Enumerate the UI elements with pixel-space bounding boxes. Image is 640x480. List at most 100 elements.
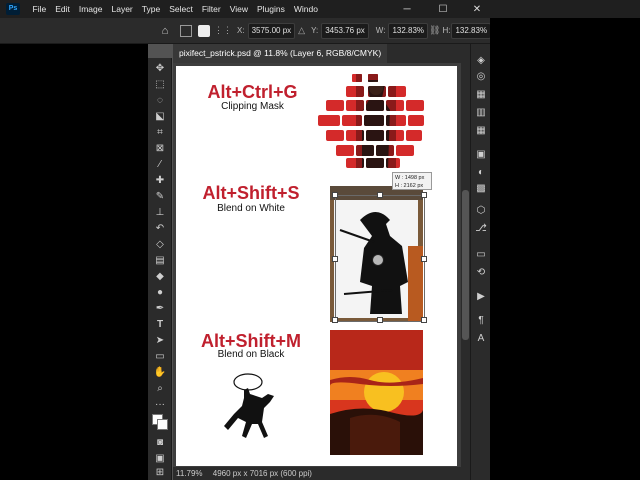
transform-handle[interactable] xyxy=(421,256,427,262)
styles-icon[interactable]: ⬡ xyxy=(474,204,488,218)
eyedropper-icon[interactable]: ⁄ xyxy=(152,158,168,172)
left-black-region xyxy=(0,44,148,480)
scrollbar-thumb[interactable] xyxy=(462,190,469,340)
eraser-icon[interactable]: ◇ xyxy=(152,238,168,252)
horse-rider-graphic xyxy=(224,373,274,438)
document-tab[interactable]: pixifect_pstrick.psd @ 11.8% (Layer 6, R… xyxy=(173,44,388,63)
brush-icon[interactable]: ✎ xyxy=(152,190,168,204)
document-dimensions: 4960 px x 7016 px (600 ppi) xyxy=(212,469,312,478)
grid-icon[interactable]: ⋮⋮ xyxy=(214,25,232,36)
reference-point-icon[interactable] xyxy=(198,24,210,37)
background-color-swatch[interactable] xyxy=(157,419,168,430)
blur-icon[interactable]: ◆ xyxy=(152,270,168,284)
transform-handle[interactable] xyxy=(377,192,383,198)
tools-panel: ✥ ⬚ ◌ ⬕ ⌗ ⊠ ⁄ ✚ ✎ ⊥ ↶ ◇ ▤ ◆ ● ✒ T ➤ ▭ ✋ … xyxy=(148,58,172,480)
menu-edit[interactable]: Edit xyxy=(51,4,75,14)
menu-type[interactable]: Type xyxy=(137,4,164,14)
healing-brush-icon[interactable]: ✚ xyxy=(152,174,168,188)
history-icon[interactable]: ⟲ xyxy=(474,266,488,280)
transform-handle[interactable] xyxy=(421,317,427,323)
paragraph-icon[interactable]: ¶ xyxy=(474,314,488,328)
w-label: W: xyxy=(375,26,386,35)
sunset-landscape-graphic xyxy=(330,330,423,455)
minimize-icon[interactable]: ─ xyxy=(396,0,418,18)
reference-point-icon[interactable] xyxy=(372,254,384,266)
photoshop-logo: Ps xyxy=(6,3,20,15)
right-panel-dock: ◈ ◎ ▦ ▥ ▦ ▣ ◐ ▩ ⬡ ⎇ ▭ ⟲ ▶ ¶ A xyxy=(470,44,490,480)
adjustments-icon[interactable]: ▥ xyxy=(474,106,488,120)
w-input[interactable]: 132.83% xyxy=(388,22,429,39)
libraries-icon[interactable]: ▣ xyxy=(474,148,488,162)
crop-icon[interactable]: ⌗ xyxy=(152,126,168,140)
pen-icon[interactable]: ✒ xyxy=(152,302,168,316)
transform-handle[interactable] xyxy=(332,317,338,323)
comments-icon[interactable]: ▭ xyxy=(474,248,488,262)
tool-preset-icon[interactable] xyxy=(180,24,192,37)
color-icon[interactable]: ◐ xyxy=(474,166,488,180)
shortcut-subtitle: Blend on Black xyxy=(217,349,285,360)
menu-view[interactable]: View xyxy=(225,4,252,14)
menu-select[interactable]: Select xyxy=(165,4,198,14)
menu-layer[interactable]: Layer xyxy=(107,4,137,14)
h-label: H: xyxy=(442,26,451,35)
hand-icon[interactable]: ✋ xyxy=(152,366,168,380)
zoom-icon[interactable]: ⌕ xyxy=(152,382,168,396)
zoom-level[interactable]: 11.79% xyxy=(176,469,203,478)
tooltip-height: H : 2162 px xyxy=(395,183,424,189)
tooltip-width: W : 1498 px xyxy=(395,175,425,181)
more-tools-icon[interactable]: ··· xyxy=(152,398,168,412)
actions-icon[interactable]: ⎇ xyxy=(474,222,488,236)
marquee-icon[interactable]: ⬚ xyxy=(152,78,168,92)
clipping-mask-artwork xyxy=(316,70,426,170)
transform-handle[interactable] xyxy=(332,256,338,262)
home-icon[interactable]: ⌂ xyxy=(158,25,172,37)
transform-handle[interactable] xyxy=(332,192,338,198)
shortcut-title: Alt+Ctrl+G xyxy=(207,82,298,102)
quick-mask-icon[interactable]: ◙ xyxy=(152,436,168,450)
screen-mode-icon[interactable]: ▣ xyxy=(152,452,168,466)
clone-stamp-icon[interactable]: ⊥ xyxy=(152,206,168,220)
type-icon[interactable]: T xyxy=(152,318,168,332)
cowboy-silhouette xyxy=(218,368,288,448)
object-select-icon[interactable]: ⬕ xyxy=(152,110,168,124)
shortcut-title: Alt+Shift+S xyxy=(202,183,300,203)
right-black-region xyxy=(490,18,640,480)
transform-handle[interactable] xyxy=(421,192,427,198)
history-brush-icon[interactable]: ↶ xyxy=(152,222,168,236)
swatches-icon[interactable]: ▩ xyxy=(474,182,488,196)
status-bar: 11.79% 4960 px x 7016 px (600 ppi) xyxy=(173,467,469,480)
gradient-icon[interactable]: ▤ xyxy=(152,254,168,268)
menu-filter[interactable]: Filter xyxy=(197,4,225,14)
maximize-icon[interactable]: ☐ xyxy=(432,0,454,18)
transform-handle[interactable] xyxy=(377,317,383,323)
frame-icon[interactable]: ⊠ xyxy=(152,142,168,156)
brick-mask-graphic xyxy=(318,74,424,168)
character-icon[interactable]: A xyxy=(474,332,488,346)
link-icon[interactable]: ⛓ xyxy=(429,25,440,36)
path-select-icon[interactable]: ➤ xyxy=(152,334,168,348)
document-tab-bar: pixifect_pstrick.psd @ 11.8% (Layer 6, R… xyxy=(173,44,461,63)
y-label: Y: xyxy=(311,26,319,35)
transform-size-tooltip: W : 1498 px H : 2162 px xyxy=(392,172,432,190)
properties-icon[interactable]: ▦ xyxy=(474,124,488,138)
play-icon[interactable]: ▶ xyxy=(474,290,488,304)
move-icon[interactable]: ✥ xyxy=(152,62,168,76)
sunset-image xyxy=(330,330,423,455)
menu-window[interactable]: Windo xyxy=(289,4,322,14)
close-icon[interactable]: ✕ xyxy=(466,0,488,18)
x-input[interactable]: 3575.00 px xyxy=(247,22,296,39)
h-input[interactable]: 132.83% xyxy=(451,22,492,39)
channels-icon[interactable]: ◎ xyxy=(474,70,488,84)
menu-file[interactable]: File xyxy=(28,4,51,14)
artboard-icon[interactable]: ⊞ xyxy=(152,466,168,480)
dodge-icon[interactable]: ● xyxy=(152,286,168,300)
relative-position-icon[interactable]: △ xyxy=(298,25,305,36)
menu-plugins[interactable]: Plugins xyxy=(252,4,289,14)
menu-image[interactable]: Image xyxy=(74,4,107,14)
lasso-icon[interactable]: ◌ xyxy=(152,94,168,108)
layers-icon[interactable]: ◈ xyxy=(474,54,488,68)
paths-icon[interactable]: ▦ xyxy=(474,88,488,102)
y-input[interactable]: 3453.76 px xyxy=(321,22,369,39)
transform-bounding-box[interactable] xyxy=(332,192,427,323)
rectangle-icon[interactable]: ▭ xyxy=(152,350,168,364)
